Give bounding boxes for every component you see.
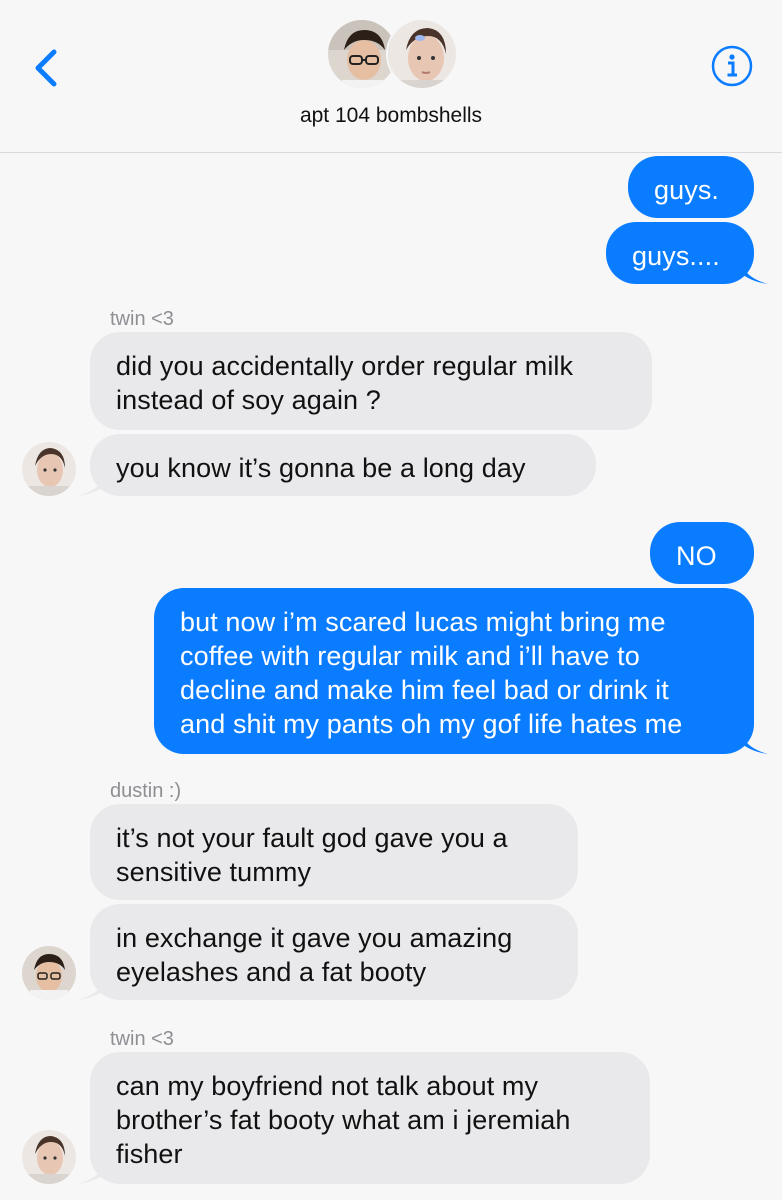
group-avatars[interactable]	[326, 18, 458, 90]
incoming-message-bubble[interactable]: did you accidentally order regular milk …	[90, 332, 652, 430]
incoming-message-bubble[interactable]: can my boyfriend not talk about my broth…	[90, 1052, 650, 1184]
group-title[interactable]: apt 104 bombshells	[0, 104, 782, 128]
outgoing-message-bubble[interactable]: guys.	[628, 156, 754, 218]
sender-name: twin <3	[110, 308, 174, 330]
bubble-tail	[742, 264, 768, 284]
chevron-left-icon[interactable]	[28, 44, 68, 92]
outgoing-message-bubble[interactable]: but now i’m scared lucas might bring me …	[154, 588, 754, 754]
avatar[interactable]	[22, 442, 76, 496]
sender-name: twin <3	[110, 1028, 174, 1050]
incoming-message-bubble[interactable]: in exchange it gave you amazing eyelashe…	[90, 904, 578, 1000]
incoming-message-bubble[interactable]: it’s not your fault god gave you a sensi…	[90, 804, 578, 900]
bubble-tail	[78, 1164, 104, 1184]
bubble-tail	[78, 980, 104, 1000]
conversation-header: apt 104 bombshells	[0, 0, 782, 153]
bubble-tail	[78, 476, 104, 496]
imessage-screen: apt 104 bombshells guys. guys.... twin <…	[0, 0, 782, 1200]
outgoing-message-bubble[interactable]: guys....	[606, 222, 754, 284]
sender-name: dustin :)	[110, 780, 182, 802]
avatar	[386, 18, 458, 90]
bubble-tail	[742, 734, 768, 754]
avatar[interactable]	[22, 1130, 76, 1184]
info-icon[interactable]	[710, 44, 754, 88]
avatar[interactable]	[22, 946, 76, 1000]
outgoing-message-bubble[interactable]: NO	[650, 522, 754, 584]
incoming-message-bubble[interactable]: you know it’s gonna be a long day	[90, 434, 596, 496]
